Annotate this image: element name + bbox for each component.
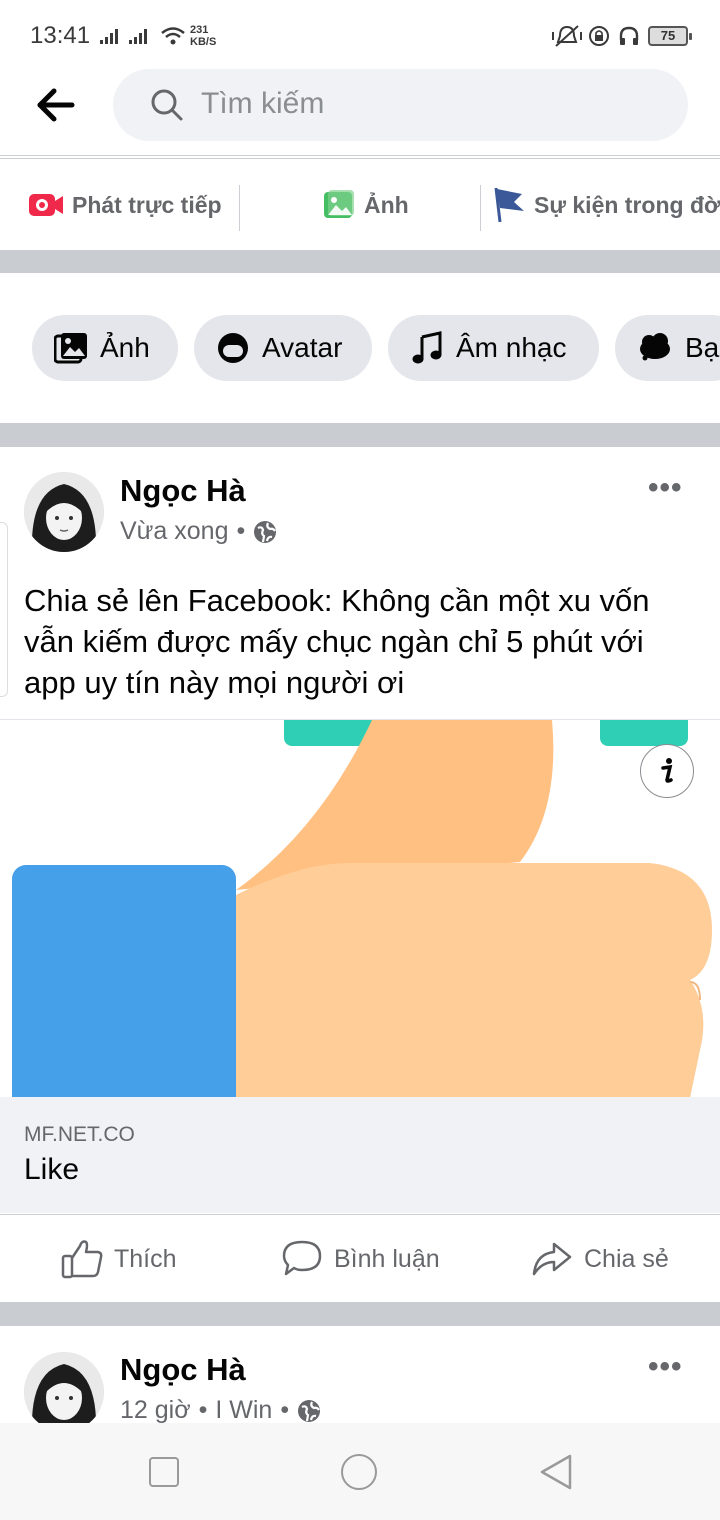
chip-cloud-label: Bạ [685, 332, 720, 363]
divider [480, 185, 481, 231]
vibrate-icon [552, 25, 582, 47]
link-domain: MF.NET.CO [24, 1123, 135, 1146]
post-text: Chia sẻ lên Facebook: Không cần một xu v… [24, 583, 650, 700]
info-button[interactable] [640, 744, 694, 798]
home-button[interactable] [341, 1454, 377, 1490]
share-button[interactable]: Chia sẻ [530, 1215, 669, 1303]
share-icon [532, 1242, 572, 1276]
header-divider [0, 155, 720, 159]
post-author[interactable]: Ngọc Hà [120, 1352, 246, 1388]
photo-icon [54, 333, 87, 364]
cell-signal-icon [100, 29, 147, 44]
section-divider [0, 250, 720, 273]
search-placeholder: Tìm kiếm [201, 87, 325, 120]
network-speed-value: 231 [190, 24, 209, 36]
avatar[interactable] [24, 1352, 104, 1432]
meta-separator: • [236, 517, 246, 545]
recent-apps-button[interactable] [149, 1457, 179, 1487]
post-time: Vừa xong [120, 517, 229, 545]
post-time: 12 giờ [120, 1396, 191, 1424]
back-arrow-icon [37, 88, 75, 122]
meta-separator: • [280, 1396, 290, 1424]
cloud-icon [640, 333, 670, 361]
live-video-label: Phát trực tiếp [72, 191, 222, 218]
comment-button[interactable]: Bình luận [280, 1215, 440, 1303]
photo-button[interactable]: Ảnh [322, 160, 409, 250]
like-icon [61, 1240, 103, 1279]
post-options-button[interactable]: ••• [648, 471, 683, 505]
life-event-button[interactable]: Sự kiện trong đời [492, 160, 720, 250]
chip-cloud[interactable]: Bạ [615, 315, 720, 381]
info-icon [661, 758, 673, 783]
chip-photo-label: Ảnh [100, 332, 150, 363]
link-title: Like [24, 1153, 80, 1186]
chip-photo[interactable]: Ảnh [32, 315, 178, 381]
category-chips: Ảnh Avatar Âm nhạc Bạ [0, 273, 720, 423]
network-speed-unit: KB/S [190, 36, 217, 48]
post-author[interactable]: Ngọc Hà [120, 473, 246, 509]
section-divider [0, 423, 720, 447]
chip-music-label: Âm nhạc [456, 332, 567, 363]
life-event-label: Sự kiện trong đời [534, 191, 720, 218]
post-meta: 12 giờ • I Win • [120, 1396, 321, 1425]
reaction-bar: Thích Bình luận Chia sẻ [0, 1214, 720, 1302]
chip-avatar-label: Avatar [262, 332, 343, 363]
thumbs-up-illustration [12, 720, 712, 1097]
photo-label: Ảnh [364, 191, 409, 218]
post-meta: Vừa xong • [120, 517, 277, 546]
scroll-edge-indicator [0, 522, 8, 697]
headphones-icon [619, 26, 639, 45]
chip-music[interactable]: Âm nhạc [388, 315, 599, 381]
divider [239, 185, 240, 231]
profile-picture [24, 1352, 104, 1432]
search-input[interactable]: Tìm kiếm [113, 69, 688, 141]
create-post-actions: Phát trực tiếp Ảnh Sự kiện trong đời [0, 160, 720, 250]
profile-picture [24, 472, 104, 552]
like-label: Thích [114, 1244, 177, 1273]
avatar-icon [218, 333, 248, 363]
status-time: 13:41 [30, 22, 91, 49]
share-label: Chia sẻ [584, 1244, 669, 1273]
link-preview[interactable]: MF.NET.CO Like [0, 1097, 720, 1213]
globe-icon [254, 520, 277, 543]
network-speed: 231 KB/S [190, 24, 216, 48]
like-button[interactable]: Thích [60, 1215, 177, 1303]
comment-icon [282, 1240, 322, 1276]
chip-avatar[interactable]: Avatar [194, 315, 372, 381]
live-video-button[interactable]: Phát trực tiếp [28, 160, 222, 250]
globe-icon [298, 1399, 321, 1422]
comment-label: Bình luận [334, 1244, 440, 1273]
post-image[interactable] [0, 719, 720, 1097]
back-button[interactable] [30, 80, 86, 130]
post-group[interactable]: I Win [215, 1396, 272, 1425]
post-options-button[interactable]: ••• [648, 1350, 683, 1384]
live-video-icon [29, 194, 63, 216]
photo-icon [324, 190, 354, 218]
meta-separator: • [198, 1396, 208, 1424]
system-navigation-bar [0, 1423, 720, 1520]
wifi-icon [161, 27, 185, 45]
battery-indicator: 75 [648, 26, 692, 46]
back-nav-button[interactable] [538, 1453, 574, 1491]
status-bar: 13:41 231 KB/S 75 [0, 0, 720, 70]
flag-icon [494, 187, 524, 223]
music-note-icon [412, 331, 442, 364]
section-divider [0, 1302, 720, 1326]
rotation-lock-icon [589, 26, 609, 46]
avatar[interactable] [24, 472, 104, 552]
post-card: Ngọc Hà 12 giờ • I Win • ••• [0, 1326, 720, 1432]
search-icon [151, 89, 183, 121]
